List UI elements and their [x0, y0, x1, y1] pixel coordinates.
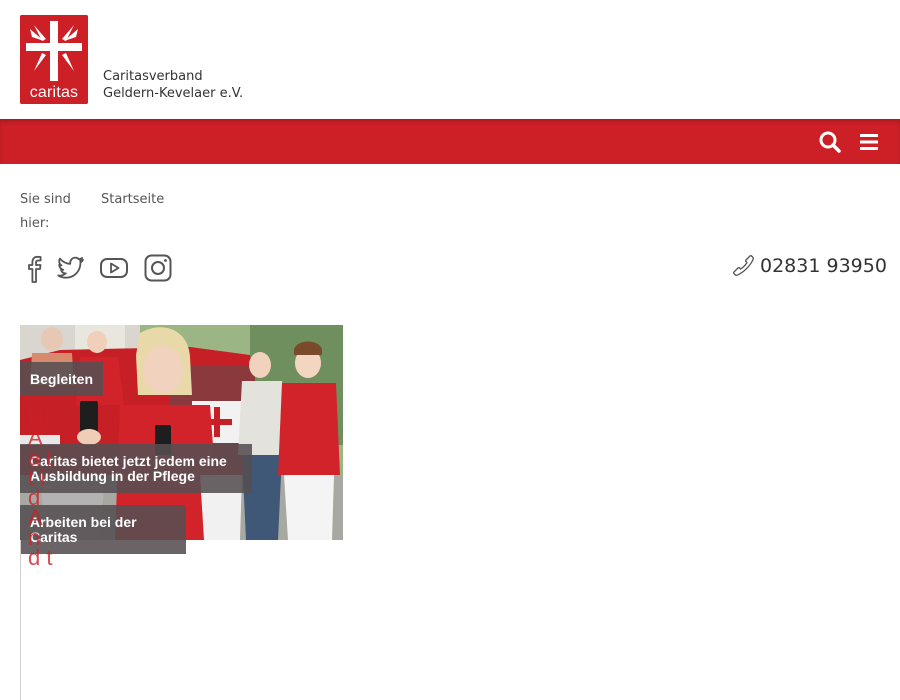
- org-name-line1: Caritasverband: [103, 69, 203, 84]
- search-icon[interactable]: [818, 130, 842, 154]
- youtube-icon[interactable]: [98, 252, 130, 284]
- content-divider: [20, 540, 21, 700]
- logo-wordmark: caritas: [29, 84, 79, 101]
- caritas-logo[interactable]: caritas: [20, 15, 88, 104]
- hamburger-menu-icon[interactable]: [858, 130, 880, 154]
- org-name-line2: Geldern-Kevelaer e.V.: [103, 86, 244, 101]
- twitter-icon[interactable]: [54, 252, 86, 284]
- overflowing-text: H I A a t t i d A n d t: [28, 408, 57, 570]
- breadcrumb-label: Sie sind hier:: [20, 192, 71, 231]
- breadcrumb-home-link[interactable]: Startseite: [101, 188, 164, 212]
- site-header: caritas Caritasverband Geldern-Kevelaer …: [0, 0, 900, 119]
- facebook-icon[interactable]: [18, 252, 50, 284]
- instagram-icon[interactable]: [142, 252, 174, 284]
- category-tag-begleiten[interactable]: Begleiten: [20, 362, 104, 396]
- main-navbar: [0, 119, 900, 164]
- organization-name: Caritasverband Geldern-Kevelaer e.V.: [103, 68, 243, 102]
- phone-icon: [731, 253, 755, 277]
- phone-number[interactable]: 02831 93950: [760, 255, 887, 277]
